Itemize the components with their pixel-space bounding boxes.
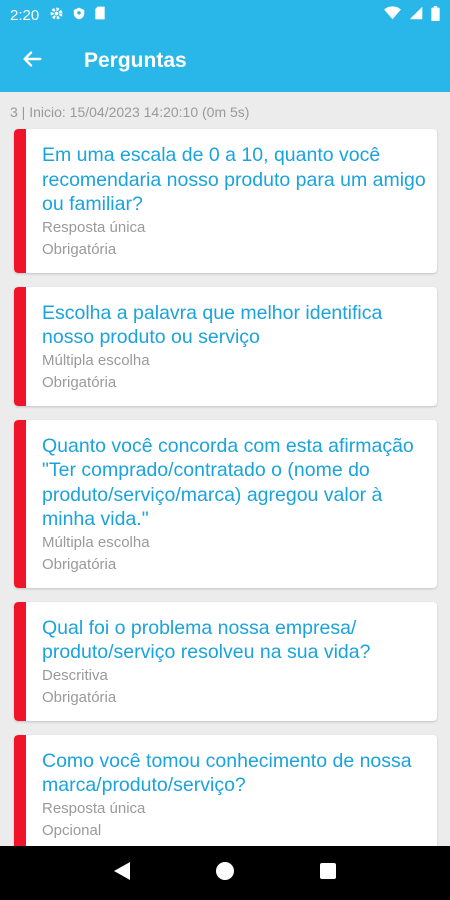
shield-icon — [72, 6, 86, 25]
question-type: Resposta única — [42, 218, 146, 236]
recents-square-icon — [319, 862, 337, 885]
question-type: Resposta única — [42, 799, 146, 817]
question-card[interactable]: Qual foi o problema nossa empresa/ produ… — [14, 601, 437, 721]
question-type: Múltipla escolha — [42, 533, 150, 551]
required-indicator — [14, 129, 26, 273]
sd-card-icon — [94, 6, 106, 24]
required-indicator — [14, 734, 26, 854]
question-requirement: Obrigatória — [42, 688, 117, 706]
signal-icon — [409, 6, 423, 24]
battery-icon — [431, 5, 440, 25]
question-type: Múltipla escolha — [42, 351, 150, 369]
question-type: Descritiva — [42, 666, 108, 684]
survey-info: 3 | Inicio: 15/04/2023 14:20:10 (0m 5s) — [10, 104, 250, 120]
nav-back-button[interactable] — [102, 853, 142, 893]
app-bar: 2:20 Perguntas — [0, 0, 450, 92]
question-text: Como você tomou conhecimento de nossa ma… — [42, 749, 412, 797]
wifi-icon — [384, 6, 401, 24]
question-requirement: Obrigatória — [42, 555, 117, 573]
status-bar: 2:20 — [0, 0, 450, 30]
required-indicator — [14, 419, 26, 588]
nav-recents-button[interactable] — [308, 853, 348, 893]
page-title: Perguntas — [84, 49, 187, 72]
required-indicator — [14, 601, 26, 721]
question-list: Em uma escala de 0 a 10, quanto você rec… — [14, 129, 437, 868]
question-card[interactable]: Escolha a palavra que melhor identifica … — [14, 286, 437, 406]
status-time: 2:20 — [10, 6, 40, 24]
home-circle-icon — [215, 861, 235, 886]
question-text: Em uma escala de 0 a 10, quanto você rec… — [42, 144, 426, 215]
nav-home-button[interactable] — [205, 853, 245, 893]
gear-icon — [49, 6, 64, 25]
system-nav-bar — [0, 846, 450, 900]
question-card[interactable]: Quanto você concorda com esta afirmação … — [14, 419, 437, 588]
question-requirement: Opcional — [42, 821, 102, 839]
question-card[interactable]: Como você tomou conhecimento de nossa ma… — [14, 734, 437, 854]
back-button[interactable] — [0, 30, 64, 92]
toolbar: Perguntas — [0, 30, 450, 92]
question-requirement: Obrigatória — [42, 240, 117, 258]
question-text: Quanto você concorda com esta afirmação … — [42, 434, 414, 531]
arrow-back-icon — [21, 48, 43, 75]
question-text: Escolha a palavra que melhor identifica … — [42, 301, 383, 349]
question-requirement: Obrigatória — [42, 373, 117, 391]
back-triangle-icon — [113, 861, 131, 886]
question-card[interactable]: Em uma escala de 0 a 10, quanto você rec… — [14, 129, 437, 273]
required-indicator — [14, 286, 26, 406]
question-text: Qual foi o problema nossa empresa/ produ… — [42, 616, 371, 664]
